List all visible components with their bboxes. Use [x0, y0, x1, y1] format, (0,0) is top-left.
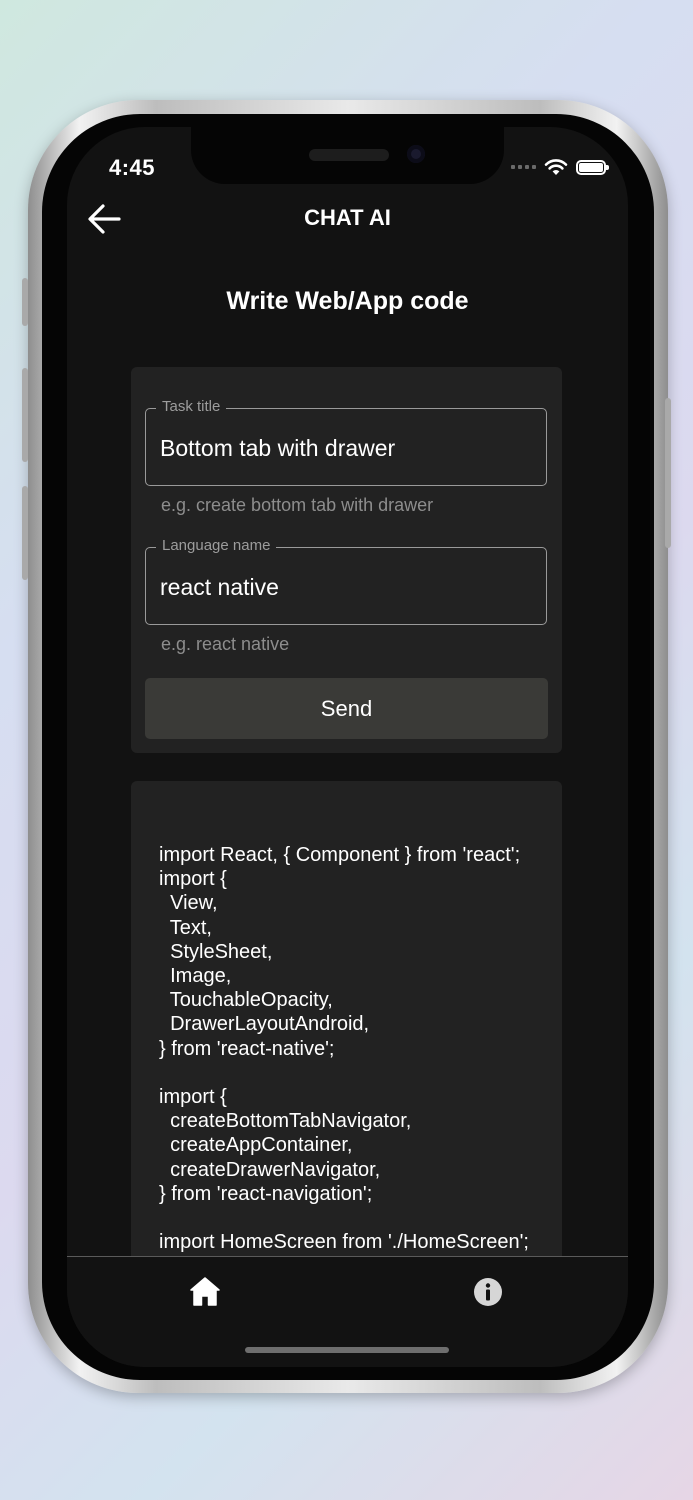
front-camera: [407, 145, 425, 163]
home-icon: [190, 1277, 220, 1306]
tab-info[interactable]: [471, 1275, 505, 1309]
send-button[interactable]: Send: [145, 678, 548, 739]
status-time: 4:45: [109, 155, 156, 180]
power-button: [665, 398, 671, 548]
language-name-hint: e.g. react native: [161, 634, 290, 654]
task-title-input[interactable]: [160, 433, 530, 463]
language-name-input[interactable]: [160, 572, 530, 602]
language-name-label: Language name: [156, 537, 277, 554]
task-title-field[interactable]: Task title: [145, 398, 547, 486]
task-form-card: Task title e.g. create bottom tab with d…: [131, 367, 562, 753]
wifi-icon: [544, 159, 568, 175]
home-indicator: [245, 1347, 449, 1353]
app-header: CHAT AI: [67, 199, 628, 239]
signal-icon: [511, 165, 536, 169]
speaker-grille: [309, 149, 389, 161]
notch: [191, 127, 504, 184]
app-title: CHAT AI: [304, 205, 391, 230]
generated-code: import React, { Component } from 'react'…: [159, 844, 529, 1254]
volume-up-button: [22, 368, 28, 462]
app-screen: 4:45 CHAT AI Write Web/App code Task tit…: [67, 127, 628, 1367]
info-icon: [474, 1278, 502, 1306]
page-title: Write Web/App code: [226, 287, 469, 315]
mute-switch: [22, 278, 28, 326]
battery-icon: [576, 159, 609, 175]
task-title-label: Task title: [156, 398, 227, 415]
status-icons: [511, 157, 609, 177]
tab-home[interactable]: [187, 1275, 223, 1309]
task-title-hint: e.g. create bottom tab with drawer: [161, 495, 434, 515]
volume-down-button: [22, 486, 28, 580]
language-name-field[interactable]: Language name: [145, 537, 547, 625]
